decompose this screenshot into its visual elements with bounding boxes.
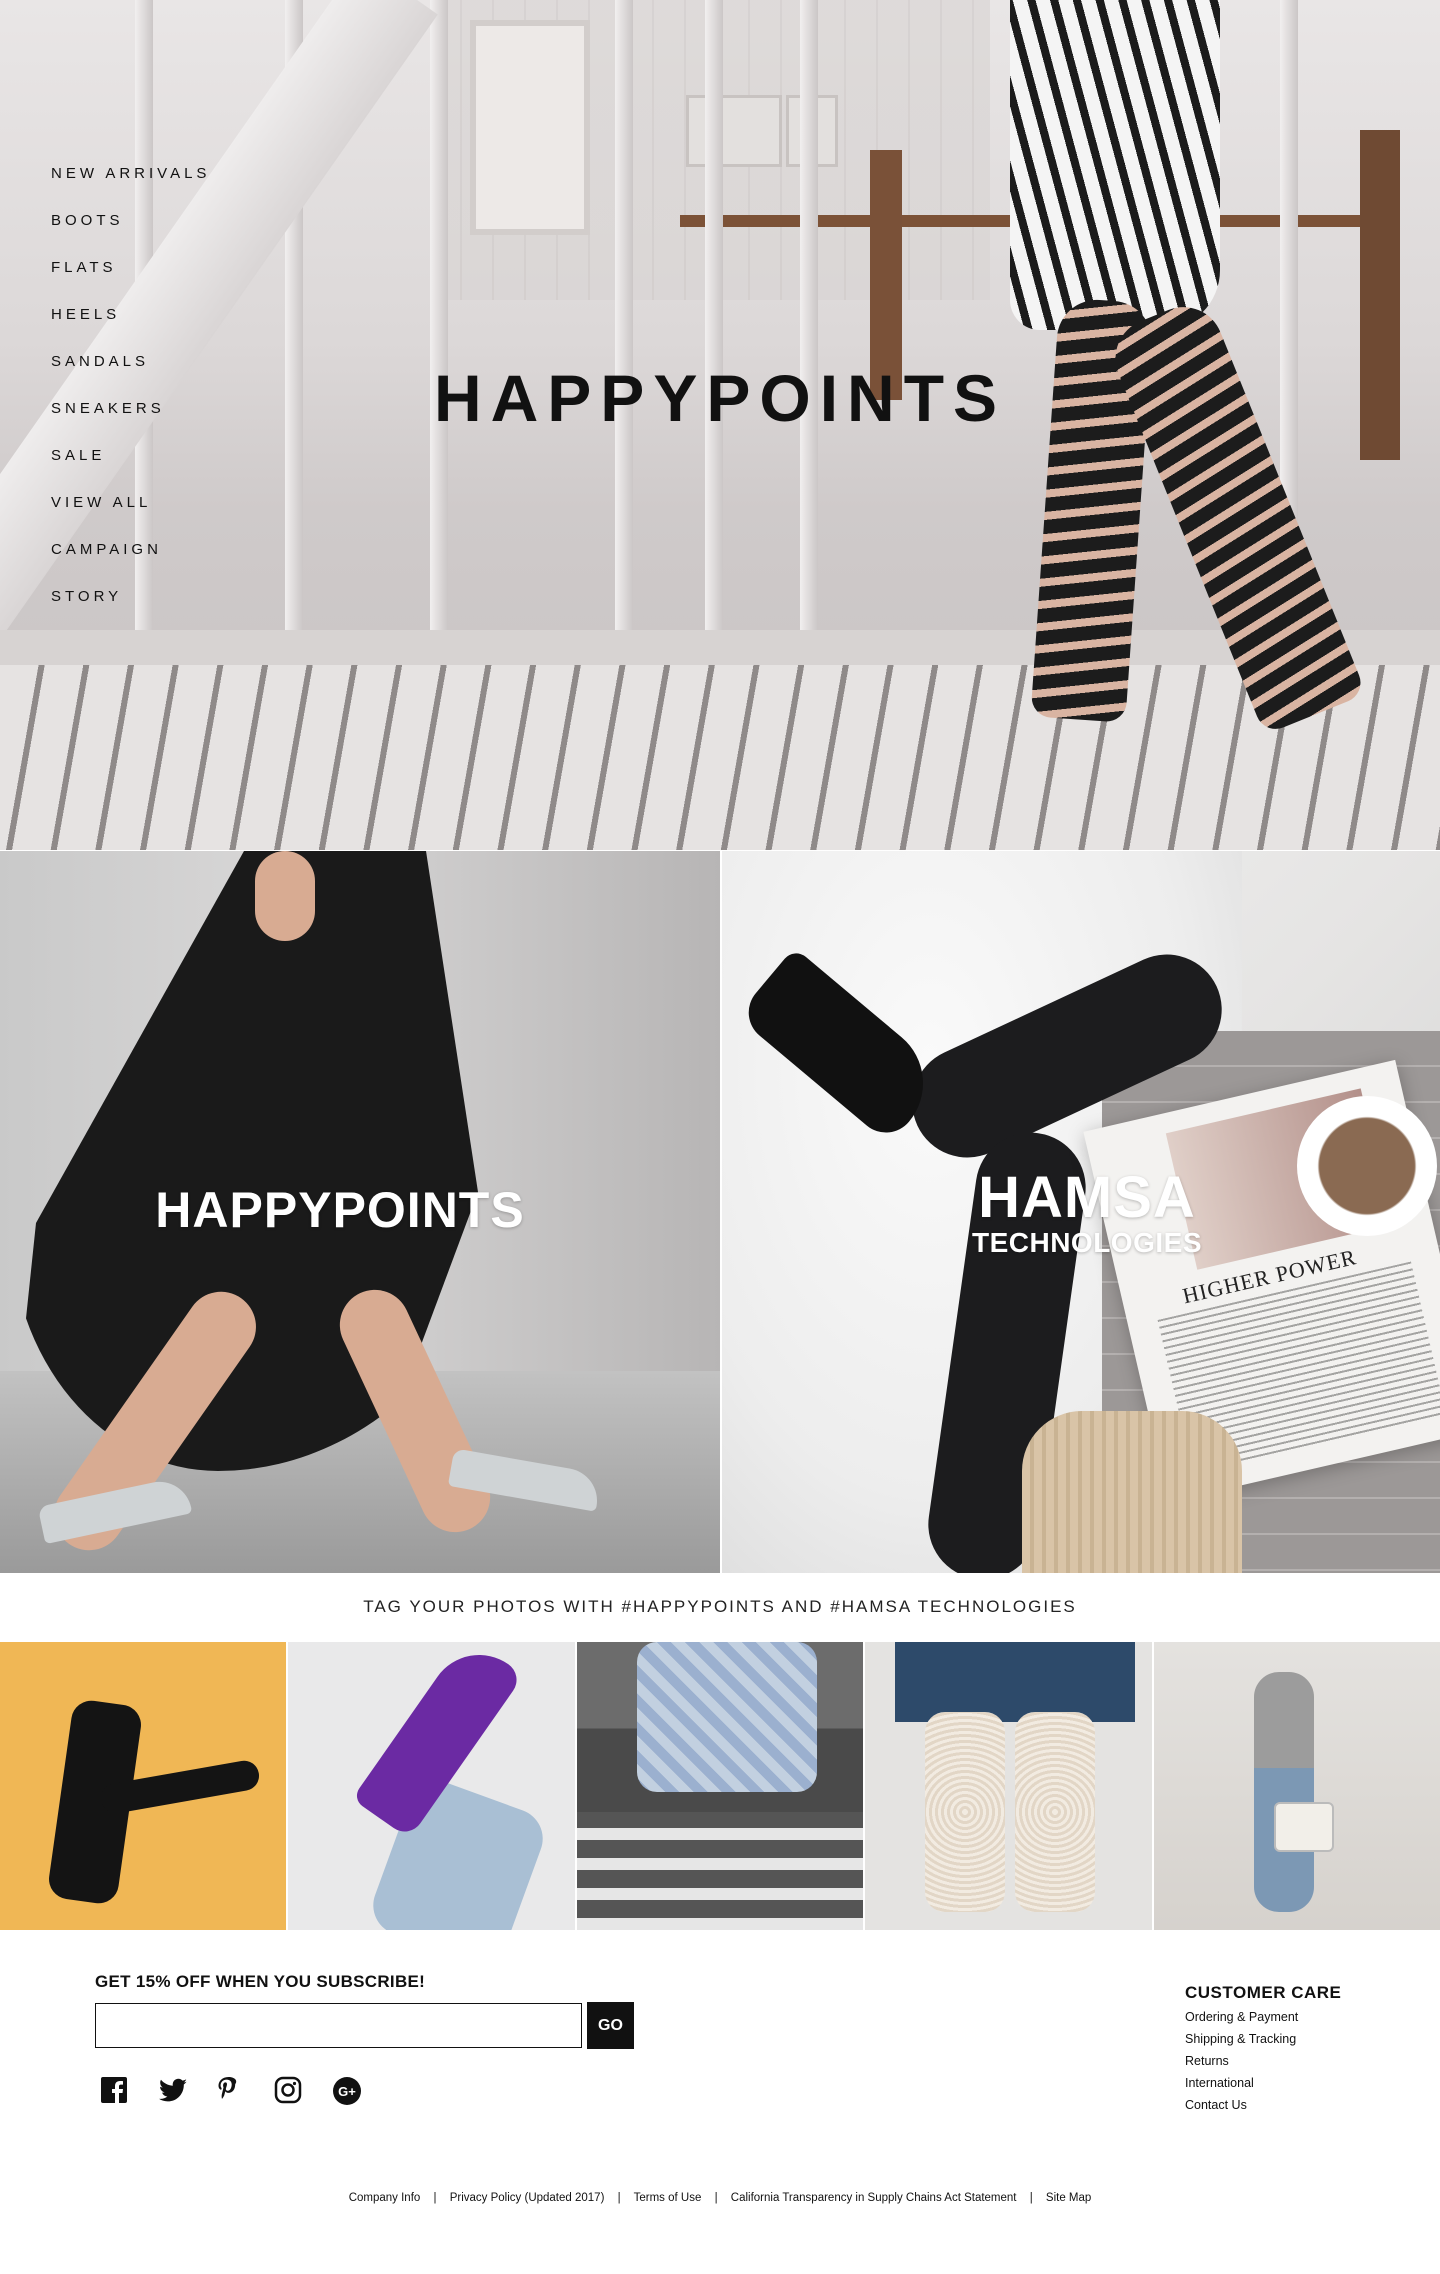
- photo-handbag: [1273, 1802, 1334, 1852]
- social-photo-grid: [0, 1642, 1440, 1930]
- hero-rail: [705, 0, 723, 640]
- hero-rail: [800, 0, 818, 640]
- hero-striped-skirt: [1010, 0, 1220, 330]
- nav-item-campaign[interactable]: CAMPAIGN: [51, 541, 210, 588]
- subscribe-title: GET 15% OFF WHEN YOU SUBSCRIBE!: [95, 1972, 426, 1991]
- care-link-returns[interactable]: Returns: [1185, 2054, 1298, 2076]
- photo-lace-bootie: [1015, 1712, 1096, 1912]
- tile-happypoints[interactable]: HAPPYPOINTS: [0, 851, 720, 1573]
- social-links: G+: [100, 2076, 361, 2105]
- instagram-icon[interactable]: [274, 2076, 302, 2104]
- nav-item-story[interactable]: STORY: [51, 588, 210, 635]
- care-link-shipping-tracking[interactable]: Shipping & Tracking: [1185, 2032, 1298, 2054]
- subscribe-email-input[interactable]: [95, 2003, 582, 2048]
- svg-text:G+: G+: [338, 2084, 356, 2099]
- legal-link-supply-chains[interactable]: California Transparency in Supply Chains…: [731, 2192, 1017, 2204]
- social-photo-3[interactable]: [576, 1642, 864, 1930]
- hero-electrical-panel: [686, 95, 782, 167]
- care-link-international[interactable]: International: [1185, 2076, 1298, 2098]
- hero-grated-deck: [0, 665, 1440, 850]
- photo-lace-bootie: [925, 1712, 1006, 1912]
- hero-banner: NEW ARRIVALS BOOTS FLATS HEELS SANDALS S…: [0, 0, 1440, 850]
- facebook-icon[interactable]: [100, 2076, 128, 2104]
- social-photo-2[interactable]: [288, 1642, 575, 1930]
- legal-links: Company Info | Privacy Policy (Updated 2…: [0, 2192, 1440, 2204]
- nav-item-view-all[interactable]: VIEW ALL: [51, 494, 210, 541]
- tile-right-subtitle: TECHNOLOGIES: [971, 1227, 1202, 1258]
- tile-hamsa-technologies[interactable]: HIGHER POWER HAMSA TECHNOLOGIES: [722, 851, 1440, 1573]
- tile-right-sweater-sleeve: [1022, 1411, 1242, 1573]
- hero-rail: [430, 0, 448, 640]
- legal-separator: |: [617, 2192, 621, 2204]
- nav-item-heels[interactable]: HEELS: [51, 306, 210, 353]
- google-plus-icon[interactable]: G+: [332, 2076, 361, 2105]
- legal-separator: |: [1029, 2192, 1033, 2204]
- hashtag-callout: TAG YOUR PHOTOS WITH #HAPPYPOINTS AND #H…: [363, 1597, 1077, 1616]
- tile-left-title: HAPPYPOINTS: [155, 1182, 525, 1238]
- pinterest-icon[interactable]: [216, 2076, 244, 2104]
- legal-separator: |: [433, 2192, 437, 2204]
- nav-item-sale[interactable]: SALE: [51, 447, 210, 494]
- legal-link-company-info[interactable]: Company Info: [349, 2192, 421, 2204]
- social-photo-5[interactable]: [1153, 1642, 1440, 1930]
- photo-denim-cuff: [895, 1642, 1136, 1722]
- subscribe-go-button[interactable]: GO: [587, 2002, 634, 2049]
- hero-brand-title: HAPPYPOINTS: [433, 361, 1007, 435]
- customer-care-links: Ordering & Payment Shipping & Tracking R…: [1185, 2010, 1298, 2120]
- hero-window: [470, 20, 590, 235]
- legal-link-terms-of-use[interactable]: Terms of Use: [634, 2192, 702, 2204]
- legal-separator: |: [714, 2192, 718, 2204]
- twitter-icon[interactable]: [158, 2076, 187, 2104]
- social-photo-1[interactable]: [0, 1642, 287, 1930]
- nav-item-boots[interactable]: BOOTS: [51, 212, 210, 259]
- photo-floral-pants: [636, 1642, 817, 1792]
- tile-right-coffee-cup: [1297, 1096, 1437, 1236]
- photo-person: [1253, 1672, 1314, 1912]
- hero-rail: [615, 0, 633, 640]
- nav-item-flats[interactable]: FLATS: [51, 259, 210, 306]
- customer-care-title: CUSTOMER CARE: [1185, 1983, 1342, 2002]
- legal-link-privacy-policy[interactable]: Privacy Policy (Updated 2017): [450, 2192, 605, 2204]
- photo-crosswalk: [576, 1812, 864, 1930]
- tile-right-title: HAMSA: [978, 1165, 1196, 1230]
- care-link-contact-us[interactable]: Contact Us: [1185, 2098, 1298, 2120]
- care-link-ordering-payment[interactable]: Ordering & Payment: [1185, 2010, 1298, 2032]
- nav-item-new-arrivals[interactable]: NEW ARRIVALS: [51, 165, 210, 212]
- tile-left-hand: [255, 851, 315, 941]
- legal-link-site-map[interactable]: Site Map: [1046, 2192, 1091, 2204]
- social-photo-4[interactable]: [865, 1642, 1152, 1930]
